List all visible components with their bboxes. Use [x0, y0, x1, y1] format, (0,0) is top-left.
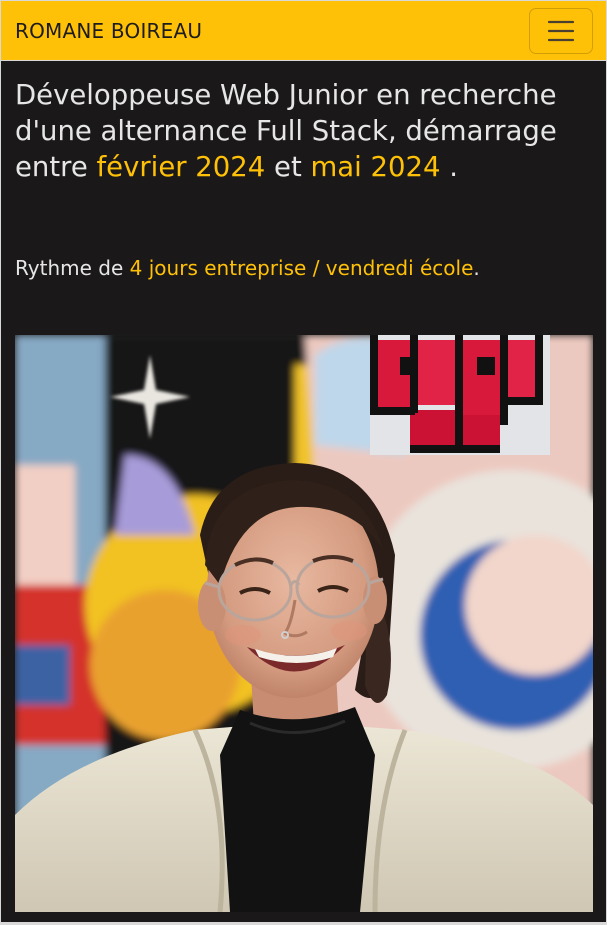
- headline: Développeuse Web Junior en recherche d'u…: [15, 77, 595, 185]
- rhythm-text: Rythme de 4 jours entreprise / vendredi …: [15, 254, 480, 282]
- profile-photo: [15, 335, 593, 912]
- rhythm-separator: /: [306, 256, 326, 280]
- start-date-to: mai 2024: [310, 151, 441, 183]
- rhythm-company: 4 jours entreprise: [129, 256, 307, 280]
- menu-toggle-button[interactable]: [529, 7, 593, 54]
- start-date-from: février 2024: [96, 151, 266, 183]
- navbar: ROMANE BOIREAU: [0, 0, 607, 61]
- headline-end: .: [440, 151, 458, 183]
- hamburger-menu-icon: [547, 20, 575, 41]
- main-content: Développeuse Web Junior en recherche d'u…: [0, 61, 607, 925]
- headline-and: et: [265, 151, 311, 183]
- brand-link[interactable]: ROMANE BOIREAU: [15, 19, 202, 43]
- portrait-illustration: [15, 335, 593, 912]
- rhythm-prefix: Rythme de: [15, 256, 130, 280]
- rhythm-school: vendredi école: [325, 256, 474, 280]
- rhythm-end: .: [473, 256, 480, 280]
